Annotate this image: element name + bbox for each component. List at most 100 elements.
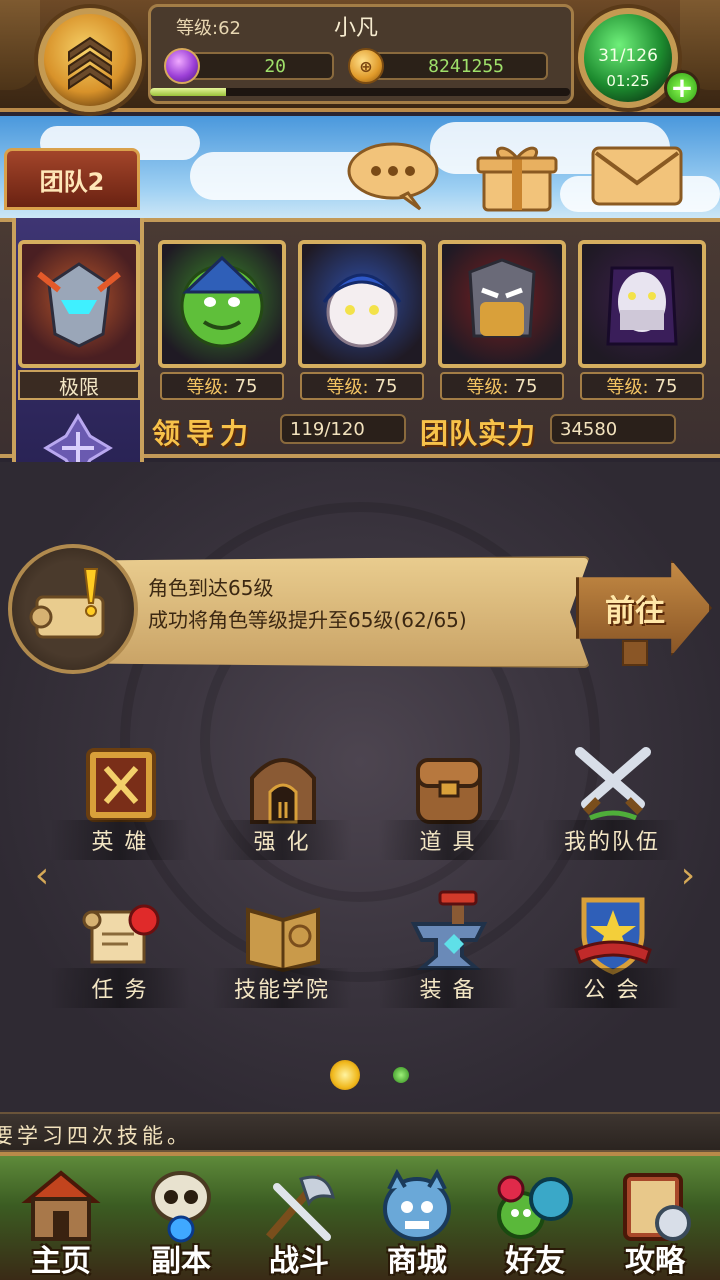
exp-bar [150,88,570,96]
masked-assassin-hero-icon [592,252,692,356]
leadership-value: 119/120 [280,414,406,444]
battle-axe-icon [256,1166,342,1246]
energy-timer: 01:25 [606,72,650,90]
ticker-text: 要学习四次技能。 [0,1124,192,1148]
menu-item-guild-shield[interactable]: 公 会 [542,888,682,1038]
hero-level-badge: 等级: 75 [300,372,424,400]
gold-value: 8241255 [428,56,504,77]
blue-hood-hero-icon [312,252,412,356]
leader-hero-portrait[interactable] [18,240,140,368]
add-energy-button[interactable]: + [664,70,700,106]
rank-chevron-icon[interactable] [38,8,142,112]
shop-monster-icon [374,1166,460,1246]
menu-item-label: 公 会 [542,968,682,1008]
gem-icon [164,48,200,84]
mail-envelope-icon [591,146,683,206]
gift-box-icon [476,146,558,212]
anvil-icon [404,888,494,978]
hero-level-value: 75 [374,375,398,397]
hero-level-label: 等级: [186,377,229,398]
spellbook-icon [238,888,328,978]
backpack-icon [404,740,494,830]
news-ticker: 要学习四次技能。 [0,1112,720,1152]
menu-item-anvil[interactable]: 装 备 [378,888,518,1038]
hero-level-badge: 等级: 75 [160,372,284,400]
nav-item-friends[interactable]: 好友 [478,1160,592,1279]
gift-button[interactable] [474,140,560,212]
page-left-arrow[interactable]: ‹ [30,856,54,896]
nav-item-label: 副本 [151,1244,211,1279]
hero-level-badge: 等级: 75 [440,372,564,400]
nav-item-shop-monster[interactable]: 商城 [360,1160,474,1279]
gem-value: 20 [264,56,286,77]
hero-level-badge: 等级: 75 [580,372,704,400]
menu-item-label: 技能学院 [212,968,352,1008]
masked-assassin-hero-portrait[interactable] [578,240,706,368]
player-level: 等级:62 [176,18,241,39]
menu-item-scroll[interactable]: 任 务 [50,888,190,1038]
green-frog-hero-icon [172,252,272,356]
gold-coin-icon: ⊕ [348,48,384,84]
energy-value: 31/126 [598,46,658,66]
menu-item-label: 装 备 [378,968,518,1008]
team-power-value: 34580 [550,414,676,444]
friends-icon [492,1166,578,1246]
menu-item-hero-book[interactable]: 英 雄 [50,740,190,890]
menu-item-forge[interactable]: 强 化 [212,740,352,890]
chat-bubble-icon [347,142,439,211]
menu-item-crossed-swords[interactable]: 我的队伍 [542,740,682,890]
hero-level-label: 等级: [466,377,509,398]
page-dot-active[interactable] [330,1060,360,1090]
hero-level-value: 75 [654,375,678,397]
gold-counter[interactable]: ⊕ 8241255 [348,48,548,84]
menu-item-backpack[interactable]: 道 具 [378,740,518,890]
menu-item-label: 任 务 [50,968,190,1008]
guild-shield-icon [568,888,658,978]
scroll-icon [76,888,166,978]
nav-item-dungeon-skull[interactable]: 副本 [124,1160,238,1279]
dungeon-skull-icon [138,1166,224,1246]
mail-button[interactable] [590,140,684,212]
horned-beast-hero-icon [452,252,552,356]
menu-item-spellbook[interactable]: 技能学院 [212,888,352,1038]
hero-level-label: 等级: [326,377,369,398]
gem-counter[interactable]: 20 [164,48,334,84]
horned-beast-hero-portrait[interactable] [438,240,566,368]
guide-book-icon [612,1166,698,1246]
exp-bar-fill [150,88,226,96]
green-frog-hero-portrait[interactable] [158,240,286,368]
quest-scroll-icon [8,544,138,674]
menu-item-label: 我的队伍 [542,820,682,860]
nav-item-label: 攻略 [625,1244,685,1279]
hero-level-label: 等级: [606,377,649,398]
hero-book-icon [76,740,166,830]
armored-knight-icon [37,262,121,348]
nav-item-label: 商城 [387,1244,447,1279]
hero-level-value: 75 [234,375,258,397]
team-tab[interactable]: 团队2 [4,148,140,210]
blue-hood-hero-portrait[interactable] [298,240,426,368]
leader-tag: 极限 [18,370,140,400]
nav-item-label: 战斗 [269,1244,329,1279]
menu-item-label: 英 雄 [50,820,190,860]
nav-item-label: 主页 [31,1244,91,1279]
player-name: 小凡 [334,16,379,41]
nav-item-guide-book[interactable]: 攻略 [598,1160,712,1279]
lion-ornament-left [0,0,40,90]
home-icon [18,1166,104,1246]
menu-item-label: 强 化 [212,820,352,860]
team-power-label: 团队实力 [420,417,537,450]
menu-item-label: 道 具 [378,820,518,860]
hero-level-value: 75 [514,375,538,397]
crossed-swords-icon [568,740,658,830]
energy-orb[interactable]: 31/126 01:25 [578,8,678,108]
nav-item-home[interactable]: 主页 [4,1160,118,1279]
forge-icon [238,740,328,830]
page-dot[interactable] [393,1067,409,1083]
leadership-label: 领导力 [152,417,255,450]
page-right-arrow[interactable]: › [676,856,700,896]
chat-button[interactable] [346,140,440,212]
quest-description: 成功将角色等级提升至65级(62/65) [148,608,467,632]
quest-title: 角色到达65级 [148,576,274,600]
nav-item-battle-axe[interactable]: 战斗 [242,1160,356,1279]
